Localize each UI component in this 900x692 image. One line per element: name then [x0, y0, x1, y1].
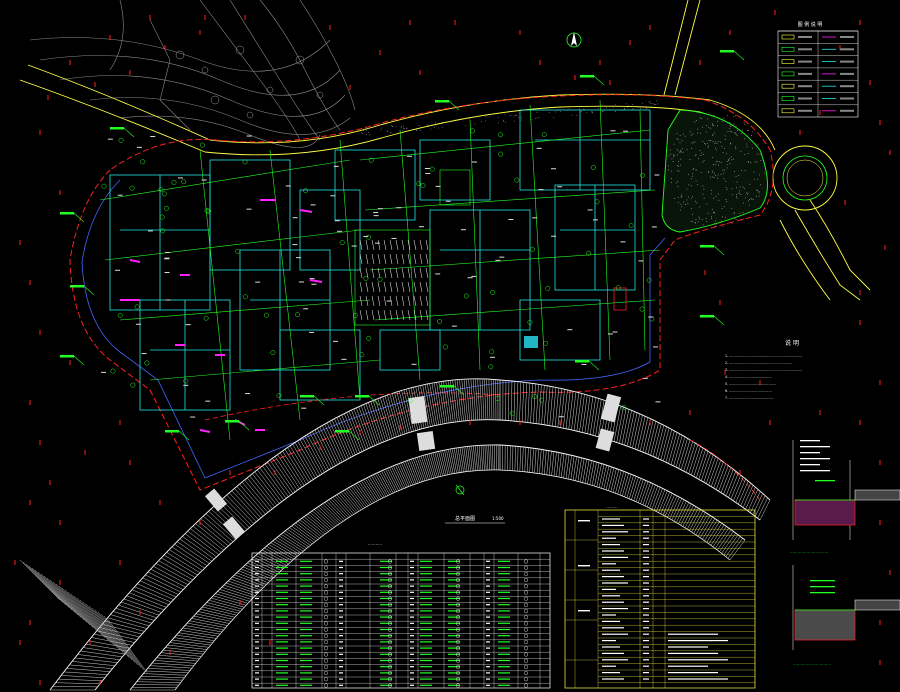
legend-title: 图 例 说 明	[798, 21, 823, 28]
note-line: 5. .....................................…	[725, 382, 776, 386]
note-line: 3. .....................................…	[725, 368, 802, 372]
detail2-title: ..............................	[793, 661, 831, 666]
plan-title: 总平面图	[455, 515, 475, 522]
notes-title: 说 明	[785, 339, 799, 347]
site-plan-drawing: 图 例 说 明 说 明 1. .........................…	[0, 0, 900, 692]
schedule-title: ...........	[368, 541, 382, 546]
note-line: 4. .....................................…	[725, 375, 772, 379]
svg-text:.........: .........	[606, 504, 617, 509]
pool-symbol	[524, 336, 538, 348]
plan-scale: 1:500	[492, 516, 504, 521]
note-line: 2. .....................................…	[725, 361, 792, 365]
note-line: 1. .....................................…	[725, 354, 802, 358]
note-line: 7. .....................................…	[725, 396, 774, 400]
detail1-title: ..............................	[790, 549, 828, 554]
note-line: 6. .....................................…	[725, 389, 772, 393]
